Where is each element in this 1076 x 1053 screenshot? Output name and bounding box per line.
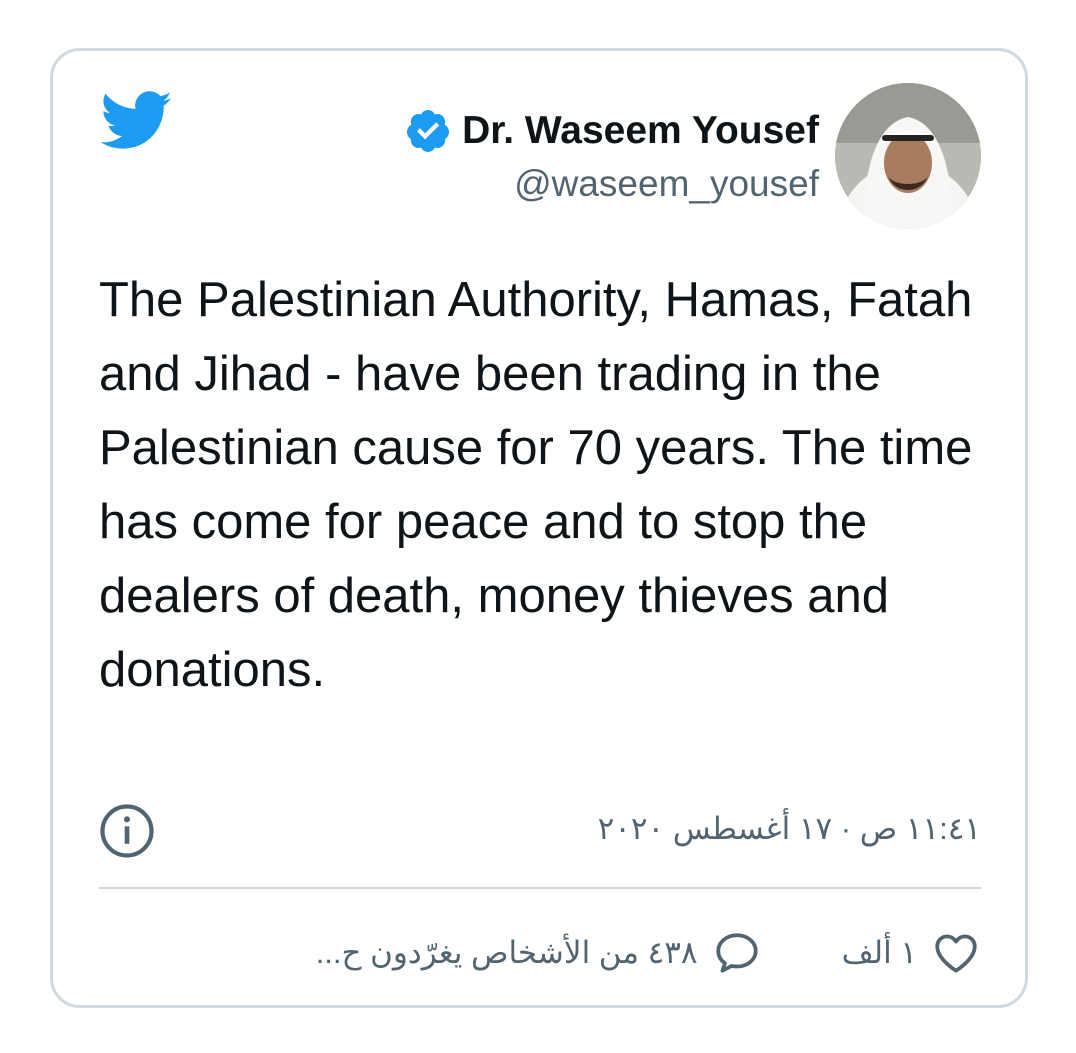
avatar-image bbox=[835, 83, 981, 229]
like-count: ١ ألف bbox=[841, 935, 917, 970]
heart-icon bbox=[935, 934, 977, 973]
twitter-bird-icon[interactable] bbox=[101, 91, 173, 151]
tweet-card[interactable]: Dr. Waseem Yousef @waseem_yousef The Pal… bbox=[50, 48, 1028, 1008]
author-handle[interactable]: @waseem_yousef bbox=[514, 163, 819, 205]
reply-button[interactable]: ٤٣٨ من الأشخاص يغرّدون ح... bbox=[316, 928, 762, 978]
reply-bubble-icon bbox=[715, 933, 758, 973]
avatar[interactable] bbox=[835, 83, 981, 229]
verified-badge-icon bbox=[407, 110, 450, 152]
tweet-header: Dr. Waseem Yousef @waseem_yousef bbox=[404, 81, 981, 231]
name-row: Dr. Waseem Yousef bbox=[404, 107, 819, 155]
tweet-timestamp[interactable]: ١١:٤١ ص · ١٧ أغسطس ٢٠٢٠ bbox=[598, 811, 981, 847]
tweet-text: The Palestinian Authority, Hamas, Fatah … bbox=[99, 273, 973, 697]
tweet-actions: ١ ألف ٤٣٨ من الأشخاص يغرّدون ح... bbox=[99, 923, 981, 983]
author-info[interactable]: Dr. Waseem Yousef @waseem_yousef bbox=[404, 107, 819, 205]
reply-label: ٤٣٨ من الأشخاص يغرّدون ح... bbox=[315, 935, 698, 970]
author-display-name[interactable]: Dr. Waseem Yousef bbox=[462, 109, 819, 153]
like-button[interactable]: ١ ألف bbox=[842, 928, 981, 978]
info-icon[interactable] bbox=[99, 803, 155, 859]
divider bbox=[99, 887, 981, 889]
